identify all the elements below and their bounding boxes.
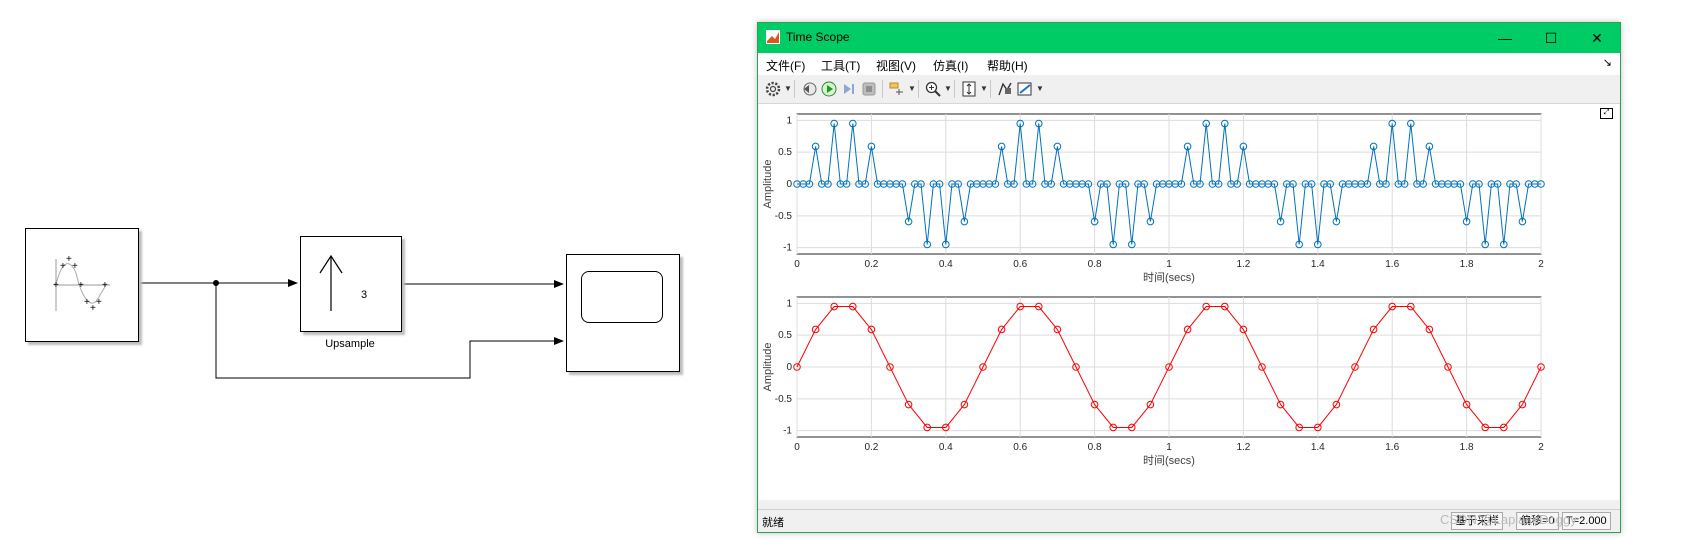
undock-icon[interactable]: ⤢ (1600, 108, 1613, 119)
scope-axes-2: 0 0.2 0.4 0.6 0.8 1 1.2 1.4 1.6 1.8 2 1 0.5 0 -0.5 -1 时间… (762, 296, 1545, 467)
svg-text:+: + (96, 297, 102, 308)
y-tick-label: 0.5 (778, 330, 792, 341)
time-scope-block[interactable] (566, 254, 680, 372)
step-forward-icon[interactable] (840, 80, 858, 98)
zoom-dropdown-icon[interactable]: ▼ (944, 84, 952, 93)
y-tick-label: 0 (786, 179, 792, 190)
menu-bar: 文件(F) 工具(T) 视图(V) 仿真(I) 帮助(H) ↘ (758, 53, 1620, 75)
up-arrow-icon (319, 254, 343, 311)
y-tick-label: -1 (783, 426, 792, 437)
x-tick-label: 1.6 (1385, 259, 1399, 270)
x-axis-label: 时间(secs) (1143, 271, 1195, 284)
scope-plots: 0 0.2 0.4 0.6 0.8 1 1.2 1.4 1.6 1.8 2 1 0.5 0 -0.5 -1 时间… (762, 113, 1545, 467)
svg-text:+: + (102, 280, 108, 291)
step-back-icon[interactable] (800, 80, 818, 98)
svg-text:+: + (72, 261, 78, 272)
watermark: CSDN @LaplaceDoggy (1440, 512, 1577, 527)
toolbar-separator (882, 80, 883, 98)
x-tick-label: 1.4 (1311, 442, 1325, 453)
data-cursor-icon[interactable] (996, 80, 1014, 98)
x-tick-label: 1 (1166, 442, 1172, 453)
x-tick-label: 2 (1538, 442, 1544, 453)
time-scope-window: Time Scope — ☐ ✕ 文件(F) 工具(T) 视图(V) 仿真(I)… (757, 22, 1621, 533)
y-tick-label: 0 (786, 362, 792, 373)
window-title: Time Scope (786, 30, 850, 44)
x-tick-label: 1.8 (1460, 442, 1474, 453)
y-axis-label: Amplitude (762, 343, 774, 392)
x-tick-label: 0 (794, 259, 800, 270)
menu-help[interactable]: 帮助(H) (987, 57, 1028, 74)
upsample-block[interactable]: 3 (300, 236, 402, 332)
title-bar[interactable]: Time Scope — ☐ ✕ (758, 23, 1620, 53)
x-tick-label: 1.8 (1460, 259, 1474, 270)
toolbar-separator (990, 80, 991, 98)
dock-arrow-icon[interactable]: ↘ (1603, 56, 1612, 69)
highlight-icon[interactable] (888, 80, 906, 98)
x-tick-label: 0.6 (1013, 259, 1027, 270)
x-tick-label: 1 (1166, 259, 1172, 270)
y-tick-label: 1 (786, 115, 792, 126)
y-tick-label: -0.5 (775, 394, 793, 405)
scope-axes-1: 0 0.2 0.4 0.6 0.8 1 1.2 1.4 1.6 1.8 2 1 0.5 0 -0.5 -1 时间… (762, 113, 1545, 284)
gear-dropdown-icon[interactable]: ▼ (784, 84, 792, 93)
x-tick-label: 2 (1538, 259, 1544, 270)
matlab-app-icon (766, 30, 780, 44)
maximize-button[interactable]: ☐ (1528, 23, 1574, 53)
run-icon[interactable] (820, 80, 838, 98)
status-ready: 就绪 (762, 517, 784, 529)
menu-tools[interactable]: 工具(T) (821, 57, 860, 74)
y-axis-label: Amplitude (762, 160, 774, 209)
scale-dropdown-icon[interactable]: ▼ (980, 84, 988, 93)
y-tick-label: -1 (783, 243, 792, 254)
upsample-block-label: Upsample (325, 338, 375, 350)
toolbar-separator (918, 80, 919, 98)
scale-axes-icon[interactable] (960, 80, 978, 98)
svg-text:+: + (78, 280, 84, 291)
x-tick-label: 0.8 (1088, 259, 1102, 270)
measurements-dropdown-icon[interactable]: ▼ (1036, 84, 1044, 93)
x-tick-label: 0.4 (939, 442, 953, 453)
menu-view[interactable]: 视图(V) (876, 57, 916, 74)
x-tick-label: 0.6 (1013, 442, 1027, 453)
svg-text:+: + (53, 280, 59, 291)
y-tick-label: 1 (786, 298, 792, 309)
x-tick-label: 1.4 (1311, 259, 1325, 270)
highlight-dropdown-icon[interactable]: ▼ (908, 84, 916, 93)
close-button[interactable]: ✕ (1574, 23, 1620, 53)
toolbar-separator (954, 80, 955, 98)
zoom-in-icon[interactable] (924, 80, 942, 98)
x-axis-label: 时间(secs) (1143, 454, 1195, 467)
x-tick-label: 0.2 (864, 442, 878, 453)
scope-display-area: ⤢ 0 0.2 0.4 0.6 0.8 1 1.2 1.4 1.6 1.8 2 1 0.5 0 -0.5 -1… (759, 104, 1619, 500)
simulink-model-canvas: + + + + + + + + + 3 Upsample (0, 0, 760, 539)
y-tick-label: 0.5 (778, 147, 792, 158)
toolbar: ▼ ▼ ▼ ▼ ▼ (758, 75, 1620, 104)
x-tick-label: 1.6 (1385, 442, 1399, 453)
stop-icon[interactable] (860, 80, 878, 98)
sine-wave-icon: + + + + + + + + + (53, 254, 110, 314)
measurements-icon[interactable] (1016, 80, 1034, 98)
y-tick-label: -0.5 (775, 211, 793, 222)
x-tick-label: 0.8 (1088, 442, 1102, 453)
toolbar-separator (794, 80, 795, 98)
upsample-factor: 3 (361, 289, 368, 301)
x-tick-label: 1.2 (1236, 442, 1250, 453)
menu-simulation[interactable]: 仿真(I) (933, 57, 968, 74)
minimize-button[interactable]: — (1482, 23, 1528, 53)
x-tick-label: 0.2 (864, 259, 878, 270)
x-tick-label: 0.4 (939, 259, 953, 270)
x-tick-label: 0 (794, 442, 800, 453)
menu-file[interactable]: 文件(F) (766, 57, 805, 74)
x-tick-label: 1.2 (1236, 259, 1250, 270)
scope-screen-icon (581, 271, 663, 323)
sine-wave-block[interactable]: + + + + + + + + + (25, 228, 139, 342)
gear-icon[interactable] (764, 80, 782, 98)
